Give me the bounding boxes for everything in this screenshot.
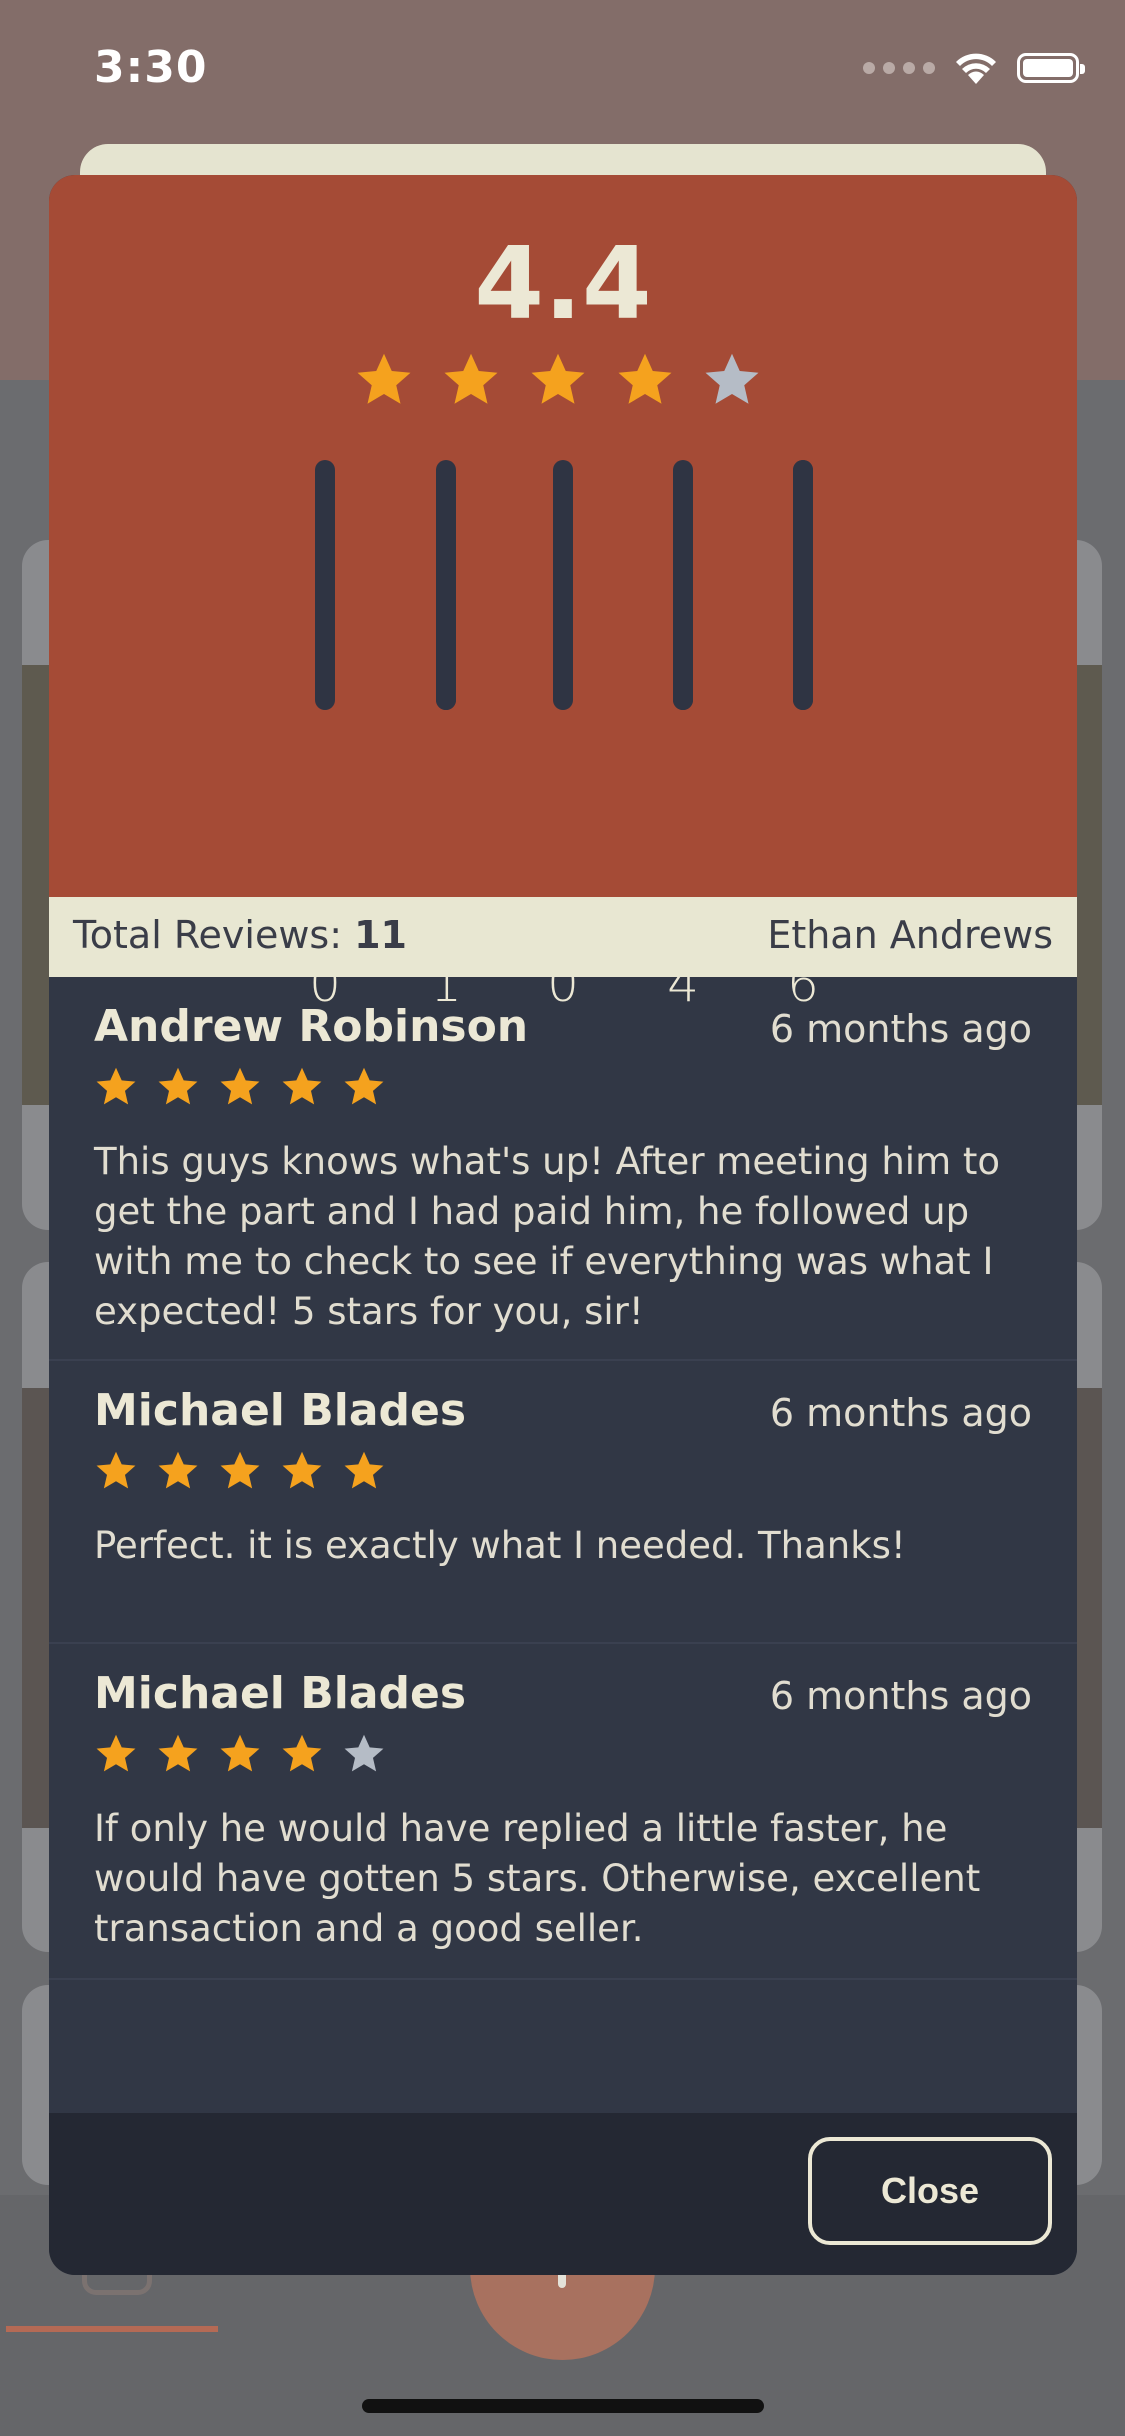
review-list[interactable]: Andrew Robinson 6 months ago This guys kno… — [49, 977, 1077, 1980]
review-date: 6 months ago — [769, 1674, 1032, 1718]
star-filled-icon — [158, 1067, 198, 1105]
cellular-signal-icon — [863, 62, 935, 74]
rating-distribution: 01046 — [49, 460, 1077, 1013]
status-time: 3:30 — [94, 42, 208, 93]
seller-name: Ethan Andrews — [767, 913, 1053, 957]
home-indicator — [362, 2399, 764, 2413]
rating-summary: 4.4 01046 — [49, 175, 1077, 1013]
star-filled-icon — [96, 1067, 136, 1105]
star-filled-icon — [618, 353, 672, 404]
distribution-bar — [793, 460, 813, 710]
total-reviews-count: 11 — [354, 913, 407, 957]
review-item: Michael Blades 6 months ago Perfect. it is… — [49, 1361, 1077, 1644]
review-star-rating — [94, 1449, 386, 1493]
total-reviews-label: Total Reviews: — [73, 913, 343, 957]
review-date: 6 months ago — [769, 1007, 1032, 1051]
star-empty-icon — [705, 353, 759, 404]
ratings-modal: 4.4 01046 Total Reviews: 11 Ethan Andrew… — [49, 175, 1077, 2275]
modal-footer: Close — [49, 2113, 1077, 2275]
distribution-bar-fill — [793, 460, 813, 710]
distribution-bar — [436, 460, 456, 710]
total-reviews: Total Reviews: 11 — [73, 913, 407, 957]
review-item: Michael Blades 6 months ago If only he wou… — [49, 1644, 1077, 1980]
star-empty-icon — [344, 1734, 384, 1772]
distribution-bar-fill — [673, 543, 693, 710]
distribution-bar — [553, 460, 573, 710]
star-filled-icon — [282, 1451, 322, 1489]
average-rating: 4.4 — [474, 225, 652, 342]
star-filled-icon — [282, 1734, 322, 1772]
star-filled-icon — [444, 353, 498, 404]
review-star-rating — [94, 1065, 386, 1109]
distribution-bar — [673, 460, 693, 710]
star-filled-icon — [96, 1451, 136, 1489]
star-filled-icon — [158, 1734, 198, 1772]
star-filled-icon — [96, 1734, 136, 1772]
status-icons — [863, 50, 1085, 86]
star-filled-icon — [220, 1734, 260, 1772]
reviewer-name: Michael Blades — [94, 1668, 467, 1719]
review-text: Perfect. it is exactly what I needed. Th… — [94, 1524, 906, 1567]
review-item: Andrew Robinson 6 months ago This guys kno… — [49, 977, 1077, 1361]
distribution-bar — [315, 460, 335, 710]
close-button[interactable]: Close — [808, 2137, 1052, 2245]
reviewer-name: Michael Blades — [94, 1385, 467, 1436]
star-filled-icon — [158, 1451, 198, 1489]
battery-icon — [1017, 53, 1085, 83]
star-filled-icon — [344, 1067, 384, 1105]
review-text: This guys knows what's up! After meeting… — [94, 1140, 1001, 1333]
review-date: 6 months ago — [769, 1391, 1032, 1435]
star-filled-icon — [531, 353, 585, 404]
star-filled-icon — [282, 1067, 322, 1105]
wifi-icon — [956, 53, 996, 84]
review-text: If only he would have replied a little f… — [94, 1807, 981, 1950]
distribution-bar-fill — [436, 668, 456, 710]
active-tab-indicator — [6, 2326, 218, 2332]
star-filled-icon — [220, 1451, 260, 1489]
review-star-rating — [94, 1732, 386, 1776]
average-star-rating — [354, 350, 762, 410]
star-filled-icon — [344, 1451, 384, 1489]
info-strip: Total Reviews: 11 Ethan Andrews — [49, 897, 1077, 977]
star-filled-icon — [357, 353, 411, 404]
reviewer-name: Andrew Robinson — [94, 1001, 529, 1052]
star-filled-icon — [220, 1067, 260, 1105]
